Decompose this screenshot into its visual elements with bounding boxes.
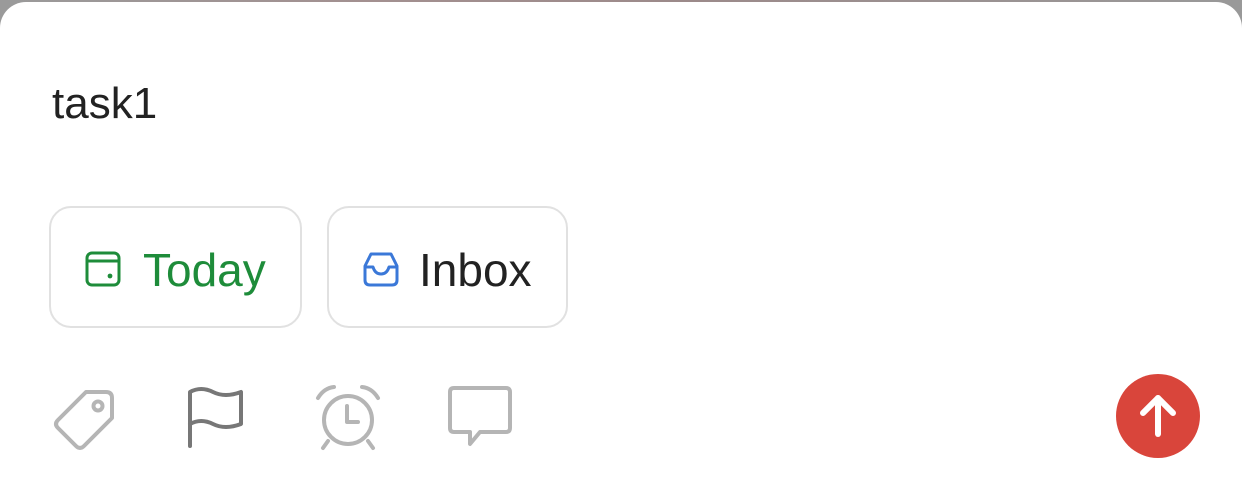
alarm-icon bbox=[316, 385, 380, 450]
arrow-up-icon bbox=[1140, 395, 1176, 437]
task-name-input[interactable] bbox=[52, 74, 1152, 134]
inbox-icon bbox=[363, 252, 399, 287]
quick-add-sheet: Today Inbox bbox=[0, 2, 1242, 498]
calendar-today-icon bbox=[85, 251, 121, 287]
priority-button[interactable] bbox=[177, 380, 253, 456]
project-label: Inbox bbox=[419, 244, 532, 296]
comment-button[interactable] bbox=[442, 380, 518, 456]
due-date-chip[interactable]: Today bbox=[49, 206, 302, 328]
flag-icon bbox=[188, 387, 243, 448]
add-task-submit-button[interactable] bbox=[1116, 374, 1200, 458]
label-button[interactable] bbox=[46, 380, 122, 456]
comment-icon bbox=[448, 386, 512, 446]
project-chip[interactable]: Inbox bbox=[327, 206, 568, 328]
reminder-button[interactable] bbox=[310, 380, 386, 456]
due-date-label: Today bbox=[143, 244, 266, 296]
label-icon bbox=[54, 390, 114, 450]
